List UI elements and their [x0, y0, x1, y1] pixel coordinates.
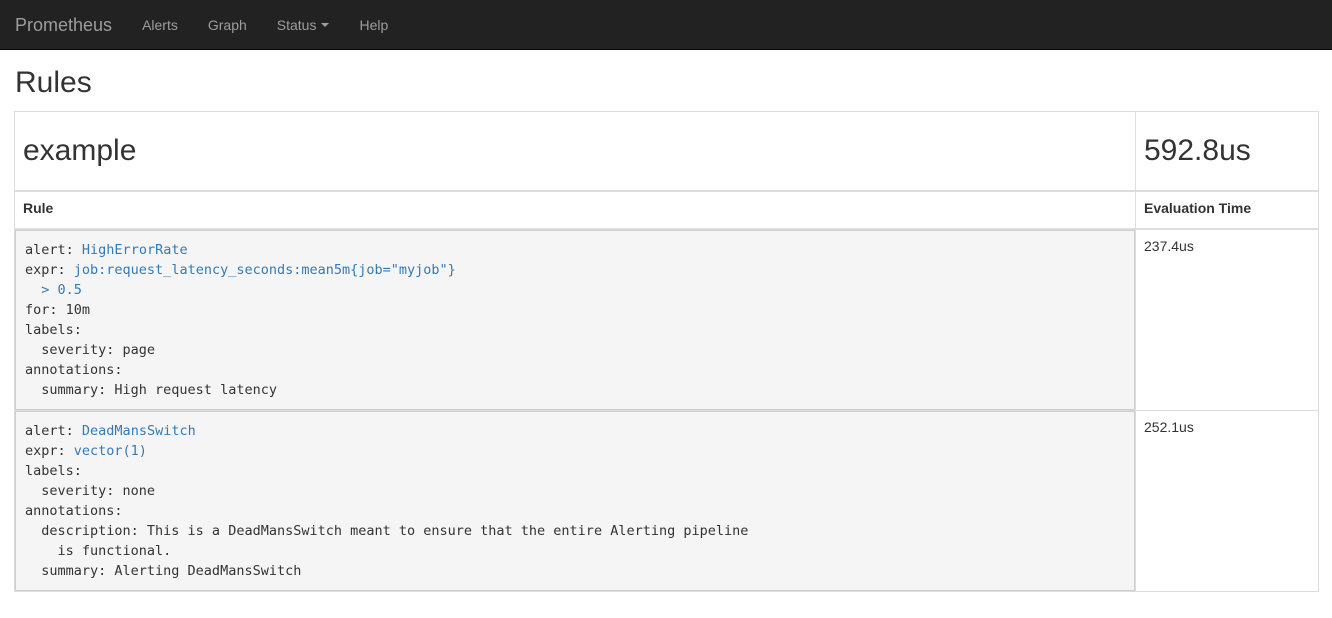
column-header-rule: Rule	[14, 190, 1136, 230]
rule-for: for: 10m	[25, 302, 91, 318]
rule-annotation: summary: Alerting DeadMansSwitch	[25, 563, 302, 579]
rule-label: severity: none	[25, 483, 156, 499]
group-evaluation-time: 592.8us	[1135, 111, 1319, 192]
rule-cell: alert: HighErrorRate expr: job:request_l…	[14, 228, 1136, 411]
nav-status-label: Status	[276, 16, 317, 33]
main-container: Rules example 592.8us Rule Evaluation Ti…	[0, 66, 1332, 592]
rule-evaluation-time: 252.1us	[1135, 410, 1319, 592]
group-name: example	[14, 111, 1136, 192]
rule-annotation: description: This is a DeadMansSwitch me…	[25, 523, 749, 539]
rule-annotation: summary: High request latency	[25, 382, 277, 398]
group-header-row: example 592.8us	[14, 111, 1319, 192]
table-header-row: Rule Evaluation Time	[14, 190, 1319, 230]
expr-line: > 0.5	[25, 282, 82, 298]
table-row: alert: DeadMansSwitch expr: vector(1) la…	[14, 410, 1319, 592]
rule-cell: alert: DeadMansSwitch expr: vector(1) la…	[14, 410, 1136, 592]
table-row: alert: HighErrorRate expr: job:request_l…	[14, 228, 1319, 411]
rule-key-labels: labels:	[25, 463, 82, 479]
rule-annotation: is functional.	[25, 543, 172, 559]
rule-label: severity: page	[25, 342, 156, 358]
nav-help[interactable]: Help	[344, 0, 403, 50]
expr-link[interactable]: job:request_latency_seconds:mean5m{job="…	[25, 262, 456, 298]
alert-name-link[interactable]: HighErrorRate	[82, 242, 188, 258]
rules-table: example 592.8us Rule Evaluation Time ale…	[14, 111, 1319, 592]
rule-key-annotations: annotations:	[25, 362, 123, 378]
nav-status-dropdown[interactable]: Status	[262, 0, 345, 50]
rule-key-alert: alert:	[25, 423, 74, 439]
nav-alerts[interactable]: Alerts	[127, 0, 193, 50]
rule-definition: alert: DeadMansSwitch expr: vector(1) la…	[15, 411, 1135, 591]
rule-evaluation-time: 237.4us	[1135, 228, 1319, 411]
rule-key-expr: expr:	[25, 262, 66, 278]
rule-definition: alert: HighErrorRate expr: job:request_l…	[15, 230, 1135, 410]
brand-link[interactable]: Prometheus	[0, 0, 127, 50]
nav-graph[interactable]: Graph	[193, 0, 262, 50]
column-header-evaluation-time: Evaluation Time	[1135, 190, 1319, 230]
expr-line: job:request_latency_seconds:mean5m{job="…	[73, 262, 456, 278]
rule-key-annotations: annotations:	[25, 503, 123, 519]
expr-link[interactable]: vector(1)	[74, 443, 147, 459]
caret-down-icon	[321, 22, 330, 27]
rule-key-alert: alert:	[25, 242, 74, 258]
alert-name-link[interactable]: DeadMansSwitch	[82, 423, 196, 439]
rule-key-labels: labels:	[25, 322, 82, 338]
page-title: Rules	[15, 66, 92, 99]
top-navbar: Prometheus Alerts Graph Status Help	[0, 0, 1332, 50]
rule-key-expr: expr:	[25, 443, 66, 459]
